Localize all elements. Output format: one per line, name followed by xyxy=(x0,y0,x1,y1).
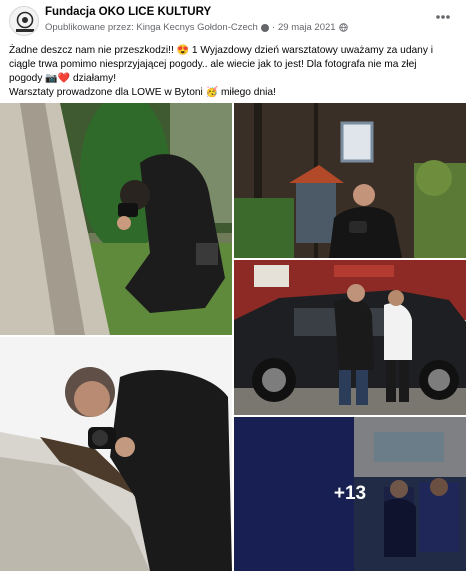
photo-photographer-crouching[interactable] xyxy=(0,103,232,335)
post-text-segment: pogody xyxy=(9,73,46,84)
page-avatar[interactable] xyxy=(9,6,39,36)
post-text-segment: Żadne deszcz nam nie przeszkodzi!! xyxy=(9,45,177,56)
post-text-segment: Warsztaty prowadzone dla LOWE w Bytoni xyxy=(9,87,206,98)
post-text-line: ciągle trwa pomimo niesprzyjającej pogod… xyxy=(9,59,417,70)
post-text-line: Żadne deszcz nam nie przeszkodzi!! 😍 1 W… xyxy=(9,44,459,58)
more-photos-overlay[interactable]: +13 xyxy=(234,417,466,571)
info-icon[interactable] xyxy=(260,23,269,32)
more-photos-count: +13 xyxy=(333,483,367,504)
meta-separator: · xyxy=(271,22,275,33)
photo-bus-interior[interactable]: +13 xyxy=(234,417,466,571)
photo-photographer-by-house[interactable] xyxy=(234,103,466,258)
camera-heart-emoji: 📷❤️ xyxy=(45,73,71,84)
post-text: Żadne deszcz nam nie przeszkodzi!! 😍 1 W… xyxy=(9,44,459,100)
photo-people-by-car[interactable] xyxy=(234,260,466,415)
globe-icon xyxy=(338,23,348,32)
post-text-line: Warsztaty prowadzone dla LOWE w Bytoni 🥳… xyxy=(9,86,459,100)
page-name[interactable]: Fundacja OKO LICE KULTURY xyxy=(45,6,211,18)
photo-photographer-at-trunk[interactable] xyxy=(0,337,232,571)
post-meta: Opublikowane przez: Kinga Kecnys Gołdon-… xyxy=(45,22,348,33)
post-text-segment: działamy! xyxy=(70,73,117,84)
photo-gallery: +13 xyxy=(0,103,466,571)
heart-eyes-emoji: 😍 xyxy=(176,45,190,56)
party-emoji: 🥳 xyxy=(205,87,219,98)
more-options-button[interactable] xyxy=(433,10,453,24)
post-date[interactable]: 29 maja 2021 xyxy=(278,22,336,33)
published-by[interactable]: Opublikowane przez: Kinga Kecnys Gołdon-… xyxy=(45,22,258,33)
post-header: Fundacja OKO LICE KULTURY Opublikowane p… xyxy=(0,0,466,40)
ellipsis-icon xyxy=(436,15,450,19)
post-text-segment: 1 Wyjazdowy dzień warsztatowy uważamy za… xyxy=(189,45,434,56)
post-text-line: pogody 📷❤️ działamy! xyxy=(9,72,459,86)
post-text-segment: miłego dnia! xyxy=(218,87,276,98)
